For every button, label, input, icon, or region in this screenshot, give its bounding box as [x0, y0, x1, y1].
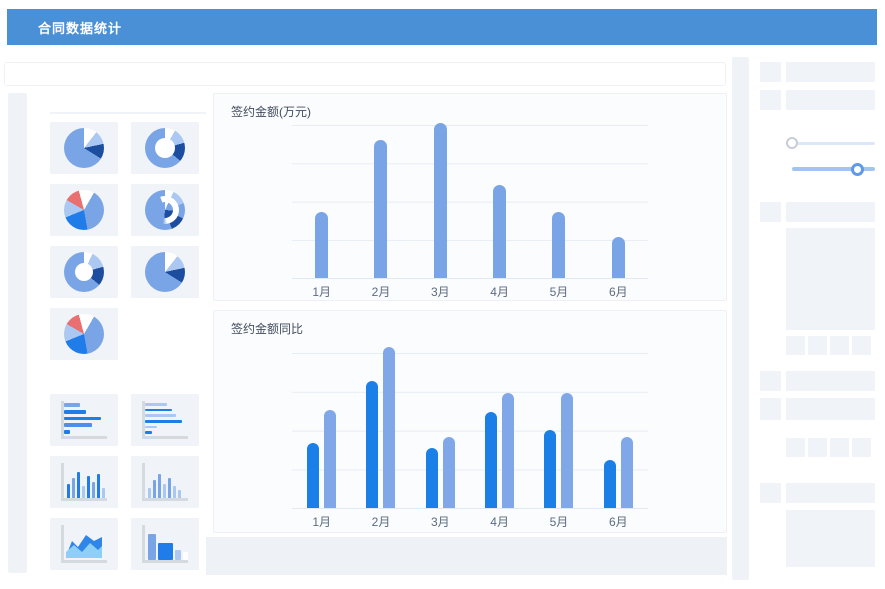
bar [544, 430, 556, 508]
bar [493, 185, 506, 278]
bar-vertical-icon[interactable] [50, 456, 118, 508]
x-axis-label: 2月 [351, 513, 410, 530]
pie-chart-multi-icon[interactable] [50, 308, 118, 360]
bar [324, 410, 336, 508]
x-axis-label: 6月 [589, 283, 648, 300]
pie-chart-icon[interactable] [131, 246, 199, 298]
placeholder-chip [830, 336, 849, 355]
chart-type-list-pies [50, 122, 200, 360]
chart2-plot: 1月2月3月4月5月6月 [292, 353, 648, 509]
placeholder-square [760, 398, 781, 420]
placeholder-chip [808, 438, 827, 457]
bar [604, 460, 616, 508]
donut-chart-icon[interactable] [131, 122, 199, 174]
placeholder-chip [786, 438, 805, 457]
bar-horizontal-alt-icon[interactable] [131, 394, 199, 446]
x-axis-label: 6月 [589, 513, 648, 530]
chart1-x-axis: 1月2月3月4月5月6月 [292, 283, 648, 300]
page-title: 合同数据统计 [38, 18, 122, 37]
bar [485, 412, 497, 508]
x-axis-label: 1月 [292, 283, 351, 300]
placeholder-bar [786, 483, 875, 503]
placeholder-square [760, 371, 781, 391]
x-axis-label: 1月 [292, 513, 351, 530]
pie-chart-icon[interactable] [50, 122, 118, 174]
x-axis-label: 3月 [411, 283, 470, 300]
bar [434, 123, 447, 278]
ring-chart-icon[interactable] [50, 246, 118, 298]
bar [612, 237, 625, 278]
placeholder-bar [786, 398, 875, 420]
bar-horizontal-icon[interactable] [50, 394, 118, 446]
slider-handle-1[interactable] [786, 137, 798, 149]
placeholder-bar [786, 202, 875, 222]
x-axis-label: 3月 [411, 513, 470, 530]
placeholder-block [786, 510, 875, 567]
bar [374, 140, 387, 278]
bar [552, 212, 565, 278]
bar [315, 212, 328, 278]
placeholder-bar [786, 62, 875, 82]
bar [366, 381, 378, 508]
area-chart-icon[interactable] [50, 518, 118, 570]
left-strip [8, 93, 27, 573]
placeholder-chip [852, 438, 871, 457]
chart2-title: 签约金额同比 [231, 320, 303, 337]
bottom-placeholder [206, 537, 727, 575]
page-header: 合同数据统计 [7, 9, 877, 45]
sunburst-chart-icon[interactable] [131, 184, 199, 236]
placeholder-square [760, 62, 781, 82]
chart1-plot: 1月2月3月4月5月6月 [292, 125, 648, 279]
placeholder-chip [808, 336, 827, 355]
placeholder-square [760, 483, 781, 503]
slider-track-1[interactable] [792, 142, 875, 145]
bar [307, 443, 319, 508]
placeholder-block [786, 228, 875, 330]
right-strip [732, 57, 749, 580]
thumbnail-divider [50, 112, 206, 114]
chart2-bars [292, 353, 648, 508]
x-axis-label: 4月 [470, 283, 529, 300]
bar-vertical-alt-icon[interactable] [131, 456, 199, 508]
chart1-bars [292, 125, 648, 278]
placeholder-bar [786, 90, 875, 110]
chart1-title: 签约金额(万元) [231, 103, 311, 120]
x-axis-label: 2月 [351, 283, 410, 300]
placeholder-square [760, 202, 781, 222]
bar [426, 448, 438, 508]
x-axis-label: 5月 [529, 513, 588, 530]
placeholder-chip [830, 438, 849, 457]
top-toolbar [4, 62, 726, 86]
bar [502, 393, 514, 508]
placeholder-square [760, 90, 781, 110]
chart-panel-signing-amount-yoy: 签约金额同比 1月2月3月4月5月6月 [213, 310, 727, 533]
placeholder-bar [786, 371, 875, 391]
pie-chart-multi-icon[interactable] [50, 184, 118, 236]
app-window: 合同数据统计 签约金额(万元) 1月2月3月4月5月6月 签约金额同比 1月2月… [0, 0, 885, 589]
column-chart-icon[interactable] [131, 518, 199, 570]
bar [561, 393, 573, 508]
bar [383, 347, 395, 508]
x-axis-label: 5月 [529, 283, 588, 300]
placeholder-chip [786, 336, 805, 355]
chart-panel-signing-amount: 签约金额(万元) 1月2月3月4月5月6月 [213, 93, 727, 301]
x-axis-label: 4月 [470, 513, 529, 530]
bar [621, 437, 633, 508]
chart2-x-axis: 1月2月3月4月5月6月 [292, 513, 648, 530]
bar [443, 437, 455, 508]
slider-handle-2[interactable] [851, 163, 864, 176]
chart-type-list-bars [50, 394, 200, 570]
placeholder-chip [852, 336, 871, 355]
